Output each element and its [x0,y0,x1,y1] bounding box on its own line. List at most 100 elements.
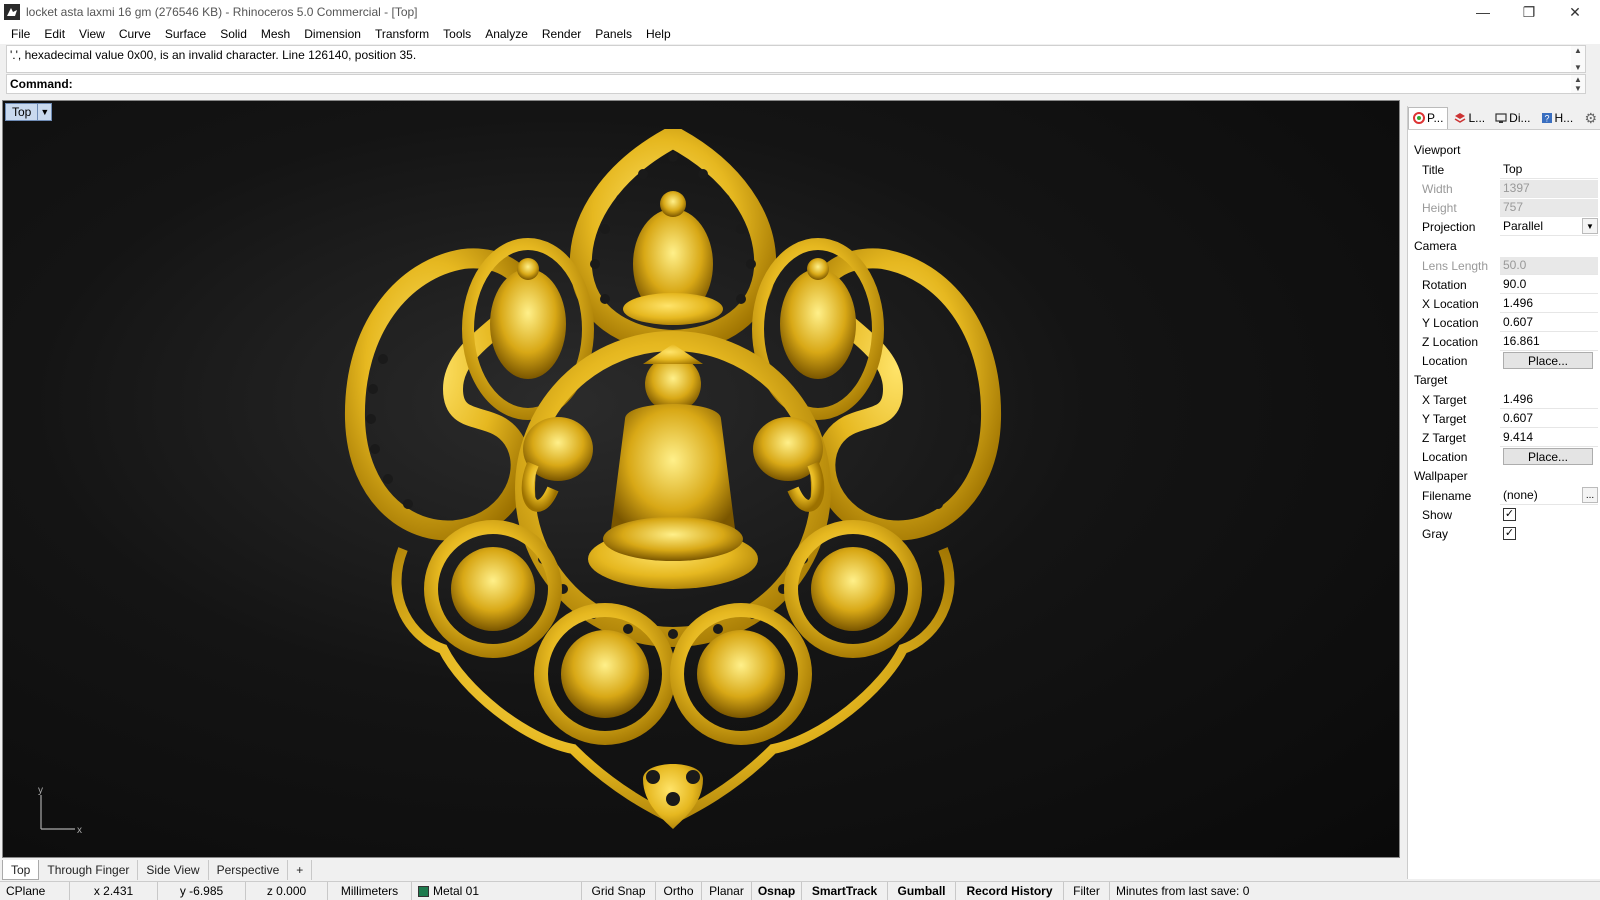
tab-properties[interactable]: P... [1408,106,1449,129]
layer-color-swatch [418,885,429,897]
menu-curve[interactable]: Curve [112,27,158,41]
section-target: Target [1414,373,1448,387]
last-save-info: Minutes from last save: 0 [1116,884,1250,898]
tab-display-label: Di... [1509,110,1531,125]
menu-surface[interactable]: Surface [158,27,213,41]
restore-button[interactable]: ❐ [1506,0,1552,24]
target-location-label: Location [1422,449,1468,464]
filename-label: Filename [1422,488,1472,503]
properties-list: Viewport Title Top Width 1397 Height 757… [1412,140,1598,543]
tab-through-finger[interactable]: Through Finger [39,860,139,880]
menu-solid[interactable]: Solid [213,27,254,41]
locket-model[interactable] [343,129,1003,839]
rotation-field[interactable]: 90.0 [1500,276,1598,294]
current-layer[interactable]: Metal 01 [412,882,582,900]
help-icon: ? [1541,112,1552,123]
projection-value: Parallel [1503,219,1544,233]
gear-icon[interactable]: ⚙ [1584,110,1597,127]
menu-file[interactable]: File [4,27,37,41]
menu-edit[interactable]: Edit [37,27,72,41]
height-field: 757 [1500,198,1598,217]
tab-display[interactable]: Di... [1491,107,1534,129]
command-input[interactable]: Command: ▲ ▼ [6,74,1586,94]
projection-label: Projection [1422,219,1476,234]
grid-snap-toggle[interactable]: Grid Snap [582,882,656,900]
gumball-toggle[interactable]: Gumball [888,882,956,900]
z-target-label: Z Target [1422,430,1466,445]
scroll-up-icon[interactable]: ▲ [1574,46,1582,55]
x-target-field[interactable]: 1.496 [1500,391,1598,409]
y-target-field[interactable]: 0.607 [1500,410,1598,428]
menu-dimension[interactable]: Dimension [297,27,368,41]
z-location-field[interactable]: 16.861 [1500,333,1598,351]
gray-checkbox[interactable]: ✓ [1503,527,1516,540]
y-target-label: Y Target [1422,411,1467,426]
show-label: Show [1422,507,1453,522]
top-viewport[interactable]: Top ▼ y x [2,100,1400,858]
current-layer-name: Metal 01 [433,884,480,898]
panel-tabs: P... L... Di... ? H... ⚙ [1408,106,1600,130]
minimize-button[interactable]: — [1460,0,1506,24]
projection-select[interactable]: Parallel ▼ [1500,218,1598,236]
scroll-down-icon[interactable]: ▼ [1574,63,1582,72]
add-viewport-tab-icon[interactable]: + [288,860,313,880]
title-label: Title [1422,162,1445,177]
menu-panels[interactable]: Panels [588,27,639,41]
camera-location-label: Location [1422,353,1468,368]
tab-top[interactable]: Top [2,860,40,880]
menu-mesh[interactable]: Mesh [254,27,297,41]
command-scrollbar[interactable]: ▲ ▼ [1571,75,1585,93]
planar-toggle[interactable]: Planar [702,882,752,900]
z-location-label: Z Location [1422,334,1479,349]
properties-icon [1413,112,1425,124]
command-history[interactable]: '.', hexadecimal value 0x00, is an inval… [6,45,1586,73]
history-scrollbar[interactable]: ▲ ▼ [1571,46,1585,72]
smarttrack-toggle[interactable]: SmartTrack [802,882,888,900]
viewport-menu-arrow-icon[interactable]: ▼ [38,103,53,121]
filter-toggle[interactable]: Filter [1064,882,1110,900]
tab-layers[interactable]: L... [1450,107,1489,129]
x-coordinate: x 2.431 [70,882,158,900]
browse-button[interactable]: ... [1582,487,1598,503]
menu-transform[interactable]: Transform [368,27,436,41]
menu-view[interactable]: View [72,27,112,41]
menu-analyze[interactable]: Analyze [478,27,535,41]
ortho-toggle[interactable]: Ortho [656,882,702,900]
x-location-field[interactable]: 1.496 [1500,295,1598,313]
tab-side-view[interactable]: Side View [138,860,209,880]
units-indicator[interactable]: Millimeters [328,882,412,900]
layers-icon [1455,112,1466,123]
scroll-up-icon[interactable]: ▲ [1574,75,1582,84]
chevron-down-icon[interactable]: ▼ [1582,218,1598,234]
tab-help[interactable]: ? H... [1537,107,1578,129]
title-field[interactable]: Top [1500,161,1598,179]
window-title: locket asta laxmi 16 gm (276546 KB) - Rh… [26,5,418,19]
viewport-title[interactable]: Top ▼ [5,103,53,121]
tab-perspective[interactable]: Perspective [209,860,289,880]
tab-help-label: H... [1554,110,1574,125]
axis-y-label: y [38,785,43,796]
y-location-field[interactable]: 0.607 [1500,314,1598,332]
show-checkbox[interactable]: ✓ [1503,508,1516,521]
menu-render[interactable]: Render [535,27,588,41]
z-target-field[interactable]: 9.414 [1500,429,1598,447]
menu-help[interactable]: Help [639,27,678,41]
x-location-label: X Location [1422,296,1479,311]
axis-x-label: x [77,825,82,836]
scroll-down-icon[interactable]: ▼ [1574,84,1582,93]
command-history-text: '.', hexadecimal value 0x00, is an inval… [10,48,417,62]
section-camera: Camera [1414,239,1457,253]
filename-field[interactable]: (none) ... [1500,487,1598,505]
menu-tools[interactable]: Tools [436,27,478,41]
camera-place-button[interactable]: Place... [1503,352,1593,369]
close-button[interactable]: ✕ [1552,0,1598,24]
cplane-indicator[interactable]: CPlane [0,882,70,900]
title-bar: locket asta laxmi 16 gm (276546 KB) - Rh… [0,0,1600,24]
record-history-toggle[interactable]: Record History [956,882,1064,900]
width-field: 1397 [1500,179,1598,198]
osnap-toggle[interactable]: Osnap [752,882,802,900]
target-place-button[interactable]: Place... [1503,448,1593,465]
menu-bar: File Edit View Curve Surface Solid Mesh … [0,24,1600,44]
viewport-title-label[interactable]: Top [5,103,39,121]
width-label: Width [1422,181,1453,196]
